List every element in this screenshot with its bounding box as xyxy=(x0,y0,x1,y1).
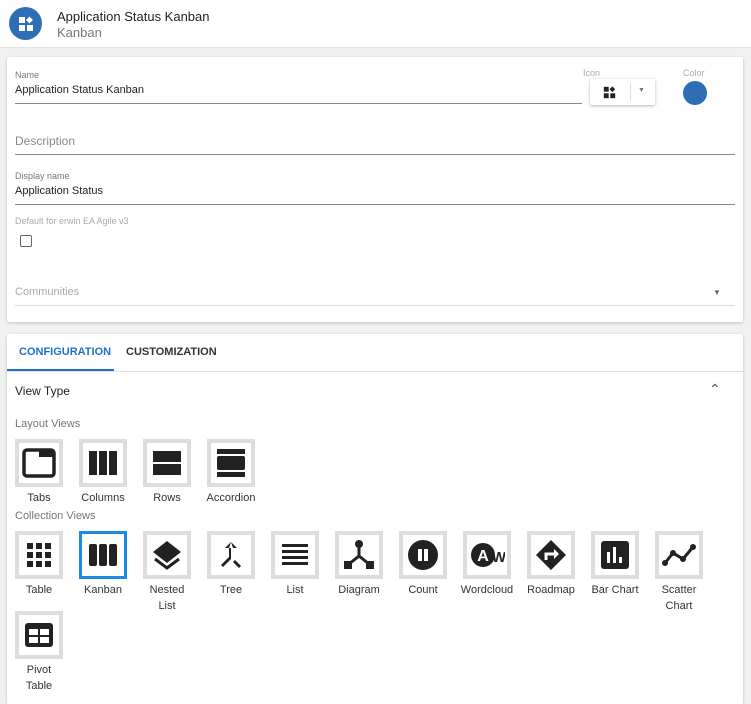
view-type-label: List xyxy=(286,584,304,596)
view-type-scatter-chart[interactable] xyxy=(655,531,703,579)
chevron-down-icon[interactable]: ▼ xyxy=(638,87,645,94)
view-type-label: Nested List xyxy=(149,584,185,612)
view-type-label: Wordcloud xyxy=(460,584,514,596)
view-type-tree[interactable] xyxy=(207,531,255,579)
view-type-diagram[interactable] xyxy=(335,531,383,579)
color-swatch[interactable] xyxy=(683,81,707,105)
view-type-list[interactable] xyxy=(271,531,319,579)
icon-label: Icon xyxy=(583,68,601,78)
bar-chart-icon xyxy=(601,541,629,569)
name-label: Name xyxy=(15,70,40,80)
tab-customization[interactable]: CUSTOMIZATION xyxy=(126,346,217,358)
view-type-nested-list[interactable] xyxy=(143,531,191,579)
view-avatar xyxy=(9,7,42,40)
chevron-down-icon[interactable]: ▼ xyxy=(713,288,721,297)
kanban-icon xyxy=(89,544,117,566)
view-type-tabs[interactable] xyxy=(15,439,63,487)
view-type-bar-chart[interactable] xyxy=(591,531,639,579)
page-subtitle: Kanban xyxy=(57,25,102,40)
chevron-up-icon[interactable]: ⌃ xyxy=(709,381,721,398)
collection-views-label: Collection Views xyxy=(15,510,96,522)
merge-icon xyxy=(221,542,242,569)
wordcloud-icon: AW xyxy=(471,543,505,567)
columns-icon xyxy=(89,451,117,475)
tab-bar: CONFIGURATION CUSTOMIZATION xyxy=(7,334,743,372)
color-label: Color xyxy=(683,68,705,78)
dashboard-icon xyxy=(603,86,616,99)
view-type-label: Rows xyxy=(153,492,181,504)
view-type-rows[interactable] xyxy=(143,439,191,487)
communities-select[interactable]: Communities xyxy=(15,286,79,298)
view-type-wordcloud[interactable]: AW xyxy=(463,531,511,579)
view-type-label: Columns xyxy=(81,492,125,504)
view-type-heading: View Type xyxy=(15,384,70,398)
view-type-accordion[interactable] xyxy=(207,439,255,487)
tab-configuration[interactable]: CONFIGURATION xyxy=(19,346,111,358)
display-name-input[interactable]: Application Status xyxy=(15,185,103,197)
view-type-roadmap[interactable] xyxy=(527,531,575,579)
page-title: Application Status Kanban xyxy=(57,9,210,24)
rows-icon xyxy=(153,451,181,475)
view-type-pivot-table[interactable] xyxy=(15,611,63,659)
list-icon xyxy=(282,544,308,565)
count-icon xyxy=(408,540,438,570)
view-type-kanban[interactable] xyxy=(79,531,127,579)
view-type-count[interactable] xyxy=(399,531,447,579)
view-type-columns[interactable] xyxy=(79,439,127,487)
view-type-table[interactable] xyxy=(15,531,63,579)
svg-text:W: W xyxy=(492,549,505,566)
view-type-label: Tabs xyxy=(27,492,51,504)
scatter-chart-icon xyxy=(662,544,696,566)
description-input[interactable]: Description xyxy=(15,134,75,148)
properties-card: Name Application Status Kanban Icon ▼ Co… xyxy=(7,57,743,322)
view-type-label: Kanban xyxy=(84,584,122,596)
name-input[interactable]: Application Status Kanban xyxy=(15,84,144,96)
accordion-icon xyxy=(217,449,245,477)
view-type-label: Table xyxy=(25,584,53,596)
view-type-label: Diagram xyxy=(338,584,380,596)
view-type-label: Count xyxy=(408,584,438,596)
configuration-card: CONFIGURATION CUSTOMIZATION View Type ⌃ … xyxy=(7,334,743,704)
view-type-label: Pivot Table xyxy=(25,664,53,692)
view-type-label: Accordion xyxy=(206,492,256,504)
header: Application Status Kanban Kanban xyxy=(0,0,751,48)
tabs-icon xyxy=(22,448,56,478)
diagram-icon xyxy=(344,540,374,569)
icon-picker[interactable]: ▼ xyxy=(590,79,655,105)
default-label: Default for erwin EA Agile v3 xyxy=(15,216,129,226)
svg-text:A: A xyxy=(477,548,489,565)
view-type-label: Bar Chart xyxy=(591,584,639,596)
default-checkbox[interactable] xyxy=(20,235,32,247)
roadmap-icon xyxy=(536,540,566,570)
view-type-label: Tree xyxy=(219,584,243,596)
pivot-table-icon xyxy=(25,623,53,647)
display-name-label: Display name xyxy=(15,171,70,181)
grid-icon xyxy=(27,543,51,567)
layers-icon xyxy=(153,541,181,570)
view-type-label: Scatter Chart xyxy=(661,584,697,612)
dashboard-icon xyxy=(18,16,33,31)
view-type-label: Roadmap xyxy=(527,584,575,596)
layout-views-label: Layout Views xyxy=(15,418,81,430)
